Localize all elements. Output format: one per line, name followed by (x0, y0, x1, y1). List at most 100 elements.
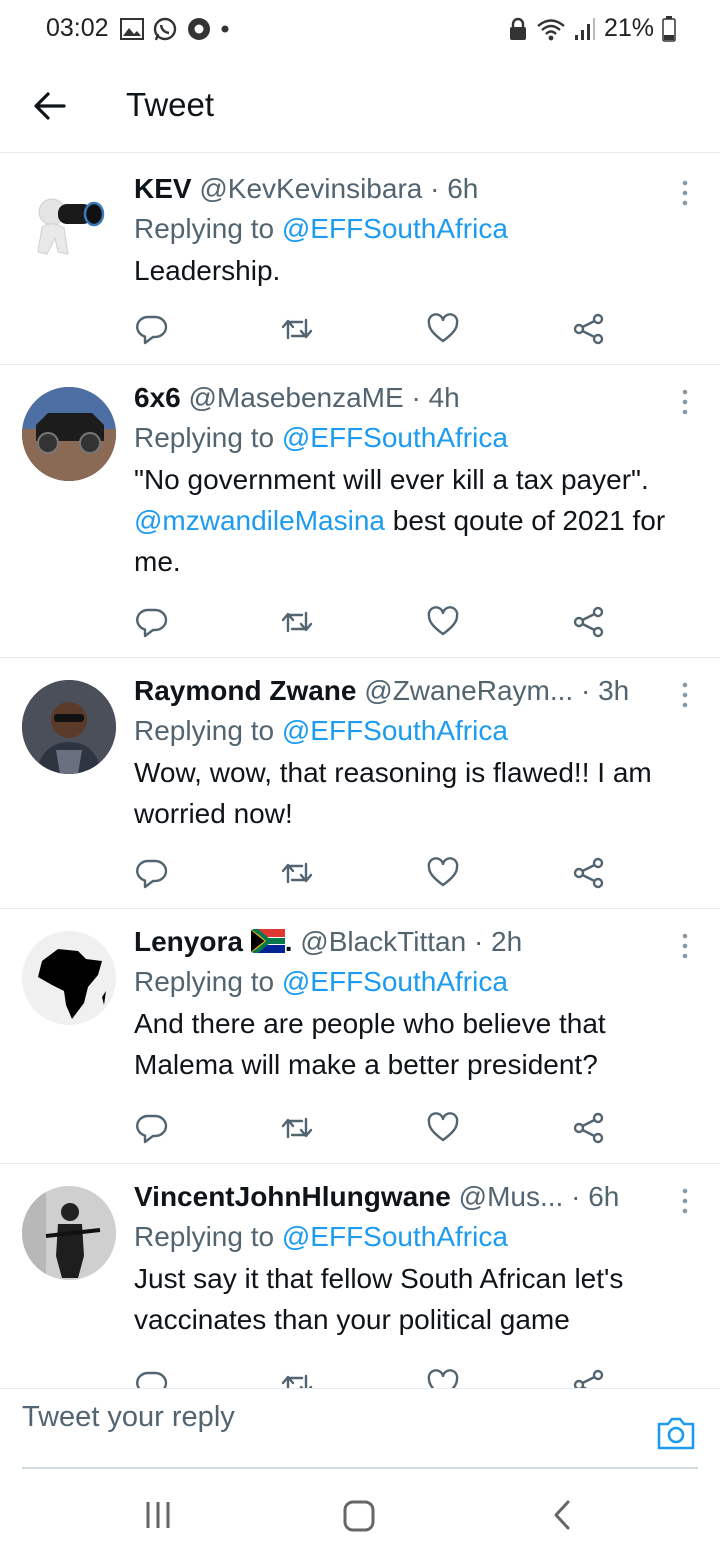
replying-to-mention[interactable]: @EFFSouthAfrica (282, 966, 508, 997)
heart-icon (427, 1112, 459, 1142)
tweet-time: · 3h (580, 675, 630, 706)
avatar[interactable] (22, 931, 116, 1025)
reply-button[interactable] (134, 605, 168, 639)
tweet-item[interactable]: KEV @KevKevinsibara · 6h Replying to @EF… (0, 156, 720, 365)
share-icon (573, 313, 604, 345)
tweet-mention-link[interactable]: @mzwandileMasina (134, 505, 385, 536)
replying-to-mention[interactable]: @EFFSouthAfrica (282, 715, 508, 746)
author-handle[interactable]: @ZwaneRaym... (364, 675, 573, 706)
more-vertical-icon (682, 1188, 688, 1214)
reply-button[interactable] (134, 856, 168, 890)
tweet-body: Lenyora . @BlackTittan · 2h Replying to … (134, 923, 680, 1085)
retweet-button[interactable] (280, 856, 314, 890)
reply-button[interactable] (134, 1368, 168, 1388)
top-app-bar: Tweet (0, 62, 720, 153)
status-time: 03:02 (46, 14, 109, 42)
share-button[interactable] (572, 312, 606, 346)
avatar[interactable] (22, 387, 116, 481)
share-button[interactable] (572, 1368, 606, 1388)
retweet-button[interactable] (280, 1368, 314, 1388)
retweet-button[interactable] (280, 312, 314, 346)
more-options-button[interactable] (678, 931, 692, 961)
tweet-item[interactable]: 6x6 @MasebenzaME · 4h Replying to @EFFSo… (0, 365, 720, 658)
arrow-left-icon (34, 92, 66, 120)
home-button[interactable] (340, 1498, 380, 1534)
author-name[interactable]: KEV (134, 173, 192, 204)
retweet-button[interactable] (280, 605, 314, 639)
recent-apps-button[interactable] (140, 1498, 180, 1534)
like-button[interactable] (426, 1368, 460, 1388)
speech-bubble-icon (136, 1114, 168, 1144)
reply-feed[interactable]: KEV @KevKevinsibara · 6h Replying to @EF… (0, 156, 720, 1388)
heart-icon (427, 857, 459, 887)
reply-input[interactable]: Tweet your reply (22, 1401, 235, 1434)
more-options-button[interactable] (678, 387, 692, 417)
reply-button[interactable] (134, 312, 168, 346)
share-button[interactable] (572, 856, 606, 890)
share-icon (573, 1369, 604, 1388)
battery-percent: 21% (603, 14, 654, 42)
retweet-icon (281, 318, 313, 340)
reply-button[interactable] (134, 1111, 168, 1145)
camera-button[interactable] (656, 1415, 696, 1451)
replying-to-mention[interactable]: @EFFSouthAfrica (282, 213, 508, 244)
like-button[interactable] (426, 856, 460, 890)
retweet-button[interactable] (280, 1111, 314, 1145)
tweet-time: · 2h (473, 926, 523, 957)
tweet-item[interactable]: Lenyora . @BlackTittan · 2h Replying to … (0, 909, 720, 1164)
author-name[interactable]: Raymond Zwane (134, 675, 356, 706)
more-vertical-icon (682, 682, 688, 708)
avatar[interactable] (22, 680, 116, 774)
more-options-button[interactable] (678, 680, 692, 710)
notification-icons (120, 16, 230, 42)
like-button[interactable] (426, 312, 460, 346)
more-options-button[interactable] (678, 178, 692, 208)
avatar-image (37, 198, 105, 255)
replying-to-label: Replying to (134, 1221, 282, 1252)
tweet-text: Leadership. (134, 255, 281, 286)
tweet-body: KEV @KevKevinsibara · 6h Replying to @EF… (134, 170, 680, 291)
share-icon (573, 606, 604, 638)
tweet-actions (134, 1111, 614, 1145)
share-icon (573, 857, 604, 889)
more-options-button[interactable] (678, 1186, 692, 1216)
speech-bubble-icon (136, 315, 168, 345)
tweet-body: 6x6 @MasebenzaME · 4h Replying to @EFFSo… (134, 379, 680, 582)
replying-to-mention[interactable]: @EFFSouthAfrica (282, 1221, 508, 1252)
avatar-image (22, 1186, 116, 1280)
retweet-icon (281, 611, 313, 633)
tweet-item[interactable]: VincentJohnHlungwane @Mus... · 6h Replyi… (0, 1164, 720, 1388)
tweet-header: Raymond Zwane @ZwaneRaym... · 3h (134, 672, 680, 710)
like-button[interactable] (426, 605, 460, 639)
back-button[interactable] (28, 84, 72, 128)
more-vertical-icon (682, 933, 688, 959)
whatsapp-icon (153, 17, 177, 41)
status-bar: 03:02 21% (0, 0, 720, 60)
like-button[interactable] (426, 1111, 460, 1145)
author-handle[interactable]: @KevKevinsibara (199, 173, 422, 204)
back-nav-button[interactable] (546, 1498, 586, 1534)
author-handle[interactable]: @BlackTittan (300, 926, 466, 957)
author-handle[interactable]: @Mus... (459, 1181, 564, 1212)
share-button[interactable] (572, 1111, 606, 1145)
tweet-header: Lenyora . @BlackTittan · 2h (134, 923, 680, 961)
avatar-image (22, 387, 116, 481)
replying-to-mention[interactable]: @EFFSouthAfrica (282, 422, 508, 453)
heart-icon (427, 1369, 459, 1388)
author-handle[interactable]: @MasebenzaME (189, 382, 404, 413)
author-name[interactable]: VincentJohnHlungwane (134, 1181, 451, 1212)
tweet-time: · 6h (571, 1181, 620, 1212)
avatar[interactable] (22, 172, 116, 266)
tweet-item[interactable]: Raymond Zwane @ZwaneRaym... · 3h Replyin… (0, 658, 720, 909)
camera-icon (657, 1417, 695, 1450)
replying-to-label: Replying to (134, 213, 282, 244)
chrome-icon (188, 18, 210, 40)
share-button[interactable] (572, 605, 606, 639)
retweet-icon (281, 862, 313, 884)
avatar[interactable] (22, 1186, 116, 1280)
retweet-icon (281, 1117, 313, 1139)
author-name[interactable]: 6x6 (134, 382, 181, 413)
author-name[interactable]: Lenyora (134, 926, 243, 957)
battery-icon (662, 15, 676, 42)
gallery-icon (120, 18, 144, 40)
